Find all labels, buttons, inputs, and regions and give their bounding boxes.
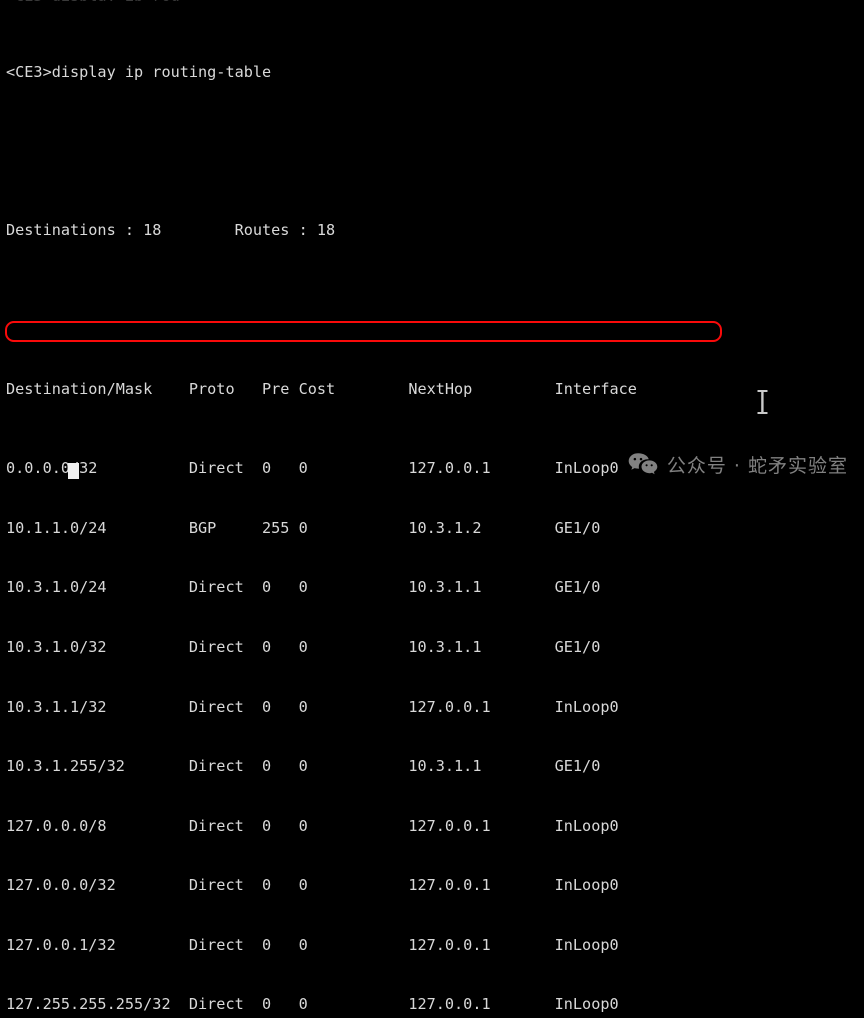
table-row: 10.1.1.0/24 BGP 255 0 10.3.1.2 GE1/0 [6,518,601,537]
terminal-window[interactable]: <CE3>display ip rou <CE3>display ip rout… [0,0,864,1013]
terminal-output-lines: <CE3>display ip routing-table Destinatio… [0,3,864,1018]
terminal-blank-line-2 [0,301,864,321]
table-row: 127.0.0.1/32 Direct 0 0 127.0.0.1 InLoop… [6,935,619,954]
terminal-blank-line-1 [0,142,864,162]
terminal-block-cursor [68,463,79,479]
routing-summary-line: Destinations : 18 Routes : 18 [6,221,336,240]
terminal-top-clipped-line: <CE3>display ip rou [0,0,864,1]
table-row: 10.3.1.255/32 Direct 0 0 10.3.1.1 GE1/0 [6,757,601,776]
text-cursor-icon [719,370,768,414]
watermark-text: 公众号 · 蛇矛实验室 [666,455,848,478]
routing-table-header: Destination/Mask Proto Pre Cost NextHop … [6,380,637,399]
table-row: 10.3.1.0/24 Direct 0 0 10.3.1.1 GE1/0 [6,578,601,597]
wechat-icon [586,432,658,502]
watermark: 公众号 · 蛇矛实验室 [586,432,848,502]
table-row: 127.0.0.0/32 Direct 0 0 127.0.0.1 InLoop… [6,876,619,895]
table-row: 127.255.255.255/32 Direct 0 0 127.0.0.1 … [6,995,619,1014]
table-row: 10.3.1.0/32 Direct 0 0 10.3.1.1 GE1/0 [6,638,601,656]
table-row: 10.3.1.1/32 Direct 0 0 127.0.0.1 InLoop0 [6,697,619,716]
table-row: 127.0.0.0/8 Direct 0 0 127.0.0.1 InLoop0 [6,816,619,835]
terminal-command-line: <CE3>display ip routing-table [6,62,272,81]
